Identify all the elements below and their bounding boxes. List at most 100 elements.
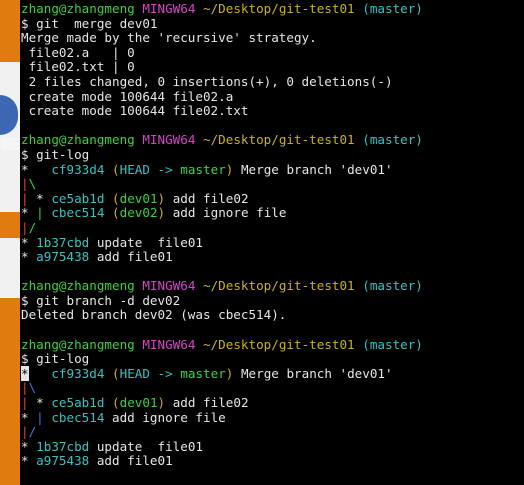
text-segment: | [21, 380, 29, 396]
text-segment: ~/Desktop/git-test01 [203, 278, 363, 294]
text-segment: * [36, 395, 52, 411]
log-line: |/ [21, 219, 423, 236]
text-segment: add ignore file [172, 205, 287, 221]
background-window-strip [0, 0, 20, 485]
text-segment: MINGW64 [142, 132, 203, 148]
text-segment: add file01 [96, 453, 173, 469]
text-segment: ) [225, 365, 241, 381]
text-segment: MINGW64 [142, 1, 203, 16]
text-segment: add file02 [172, 190, 249, 206]
text-segment: * [36, 190, 52, 206]
text-segment: zhang@zhangmeng [21, 132, 143, 148]
text-segment: create mode 100644 file02.a [21, 88, 234, 104]
text-segment: MINGW64 [142, 336, 203, 352]
text-segment: add ignore file [112, 409, 226, 425]
text-segment: add file02 [172, 395, 249, 411]
text-segment: add file01 [96, 249, 173, 265]
prompt-line-4: zhang@zhangmeng MINGW64 ~/Desktop/git-te… [21, 336, 423, 353]
text-segment: zhang@zhangmeng [21, 336, 143, 352]
text-segment: update file01 [96, 438, 203, 454]
text-segment: / [28, 219, 37, 235]
text-segment: master [180, 161, 226, 177]
prompt-line-2: zhang@zhangmeng MINGW64 ~/Desktop/git-te… [21, 133, 423, 148]
text-segment: zhang@zhangmeng [21, 278, 143, 294]
command-line-merge: $ git merge dev01 [21, 16, 423, 32]
text-segment: ~/Desktop/git-test01 [203, 132, 363, 148]
text-segment: | [21, 176, 29, 192]
text-segment: ) [157, 190, 173, 206]
log-line: |\ [21, 381, 423, 396]
text-segment: * [21, 205, 37, 221]
text-segment: * [21, 438, 37, 454]
text-segment: a975438 [36, 453, 97, 469]
text-segment: (master) [362, 132, 423, 148]
text-segment: master [180, 365, 226, 381]
text-segment: ) [225, 161, 241, 177]
text-segment: file02.a | 0 [21, 44, 135, 60]
text-segment: ce5ab1d [51, 395, 113, 411]
text-segment: HEAD -> [119, 365, 181, 381]
output-line: file02.txt | 0 [21, 60, 423, 75]
text-segment: Merge branch 'dev01' [240, 161, 393, 177]
text-segment: ( [112, 190, 120, 206]
log-line: * | cbec514 add ignore file [21, 409, 423, 426]
text-segment: $ git-log [21, 351, 90, 367]
text-segment: / [28, 424, 37, 440]
text-segment: ) [157, 395, 173, 411]
text-segment: ce5ab1d [51, 190, 113, 206]
text-segment: dev01 [119, 395, 158, 411]
text-segment: file02.txt | 0 [21, 59, 135, 75]
log-line: * cf933d4 (HEAD -> master) Merge branch … [21, 365, 423, 382]
prompt-line-1: zhang@zhangmeng MINGW64 ~/Desktop/git-te… [21, 1, 423, 17]
text-segment: Merge branch 'dev01' [240, 365, 393, 381]
terminal-output: zhang@zhangmeng MINGW64 ~/Desktop/git-te… [21, 1, 423, 469]
text-segment: 1b37cbd [36, 234, 97, 250]
log-line: * cf933d4 (HEAD -> master) Merge branch … [21, 161, 423, 178]
text-segment: (master) [362, 336, 423, 352]
text-segment: 2 files changed, 0 insertions(+), 0 dele… [21, 73, 393, 89]
text-segment: Deleted branch dev02 (was cbec514). [21, 307, 287, 323]
text-segment: | [21, 395, 37, 411]
terminal-cursor: * [21, 365, 29, 381]
partial-badge-icon [1, 138, 18, 150]
output-line: Deleted branch dev02 (was cbec514). [21, 308, 423, 323]
text-segment: | [36, 205, 52, 221]
text-segment: (master) [362, 1, 423, 16]
text-segment: | [21, 190, 37, 206]
text-segment: ( [112, 161, 120, 177]
log-line: | * ce5ab1d (dev01) add file02 [21, 395, 423, 411]
log-line: * | cbec514 (dev02) add ignore file [21, 206, 423, 221]
text-segment [29, 366, 52, 381]
output-line: create mode 100644 file02.a [21, 88, 423, 105]
log-line: * a975438 add file01 [21, 454, 423, 469]
text-segment: | [36, 409, 52, 425]
text-segment: * [21, 234, 37, 250]
terminal-window[interactable]: zhang@zhangmeng MINGW64 ~/Desktop/git-te… [0, 0, 524, 485]
text-segment: \ [28, 176, 37, 192]
text-segment: * [21, 453, 37, 469]
log-line: * a975438 add file01 [21, 249, 423, 265]
text-segment: cbec514 [51, 205, 113, 221]
text-segment: \ [28, 380, 37, 396]
text-segment: cf933d4 [51, 161, 113, 177]
prompt-line-3: zhang@zhangmeng MINGW64 ~/Desktop/git-te… [21, 278, 423, 294]
text-segment: Merge made by the 'recursive' strategy. [21, 30, 317, 46]
text-segment: ( [112, 205, 120, 221]
background-window-panel [0, 238, 20, 298]
text-segment: 1b37cbd [36, 438, 97, 454]
text-segment: * [21, 249, 37, 265]
background-window-panel [0, 62, 20, 212]
log-line: * 1b37cbd update file01 [21, 438, 423, 455]
log-line: |/ [21, 424, 423, 440]
text-segment: | [21, 219, 29, 235]
text-segment: * [21, 409, 37, 425]
text-segment: a975438 [36, 249, 97, 265]
command-line-git-log: $ git-log [21, 351, 423, 367]
text-segment: zhang@zhangmeng [21, 1, 143, 16]
log-line: | * ce5ab1d (dev01) add file02 [21, 190, 423, 207]
text-segment: cf933d4 [51, 365, 113, 381]
output-line: Merge made by the 'recursive' strategy. [21, 30, 423, 46]
text-segment: ( [112, 365, 120, 381]
